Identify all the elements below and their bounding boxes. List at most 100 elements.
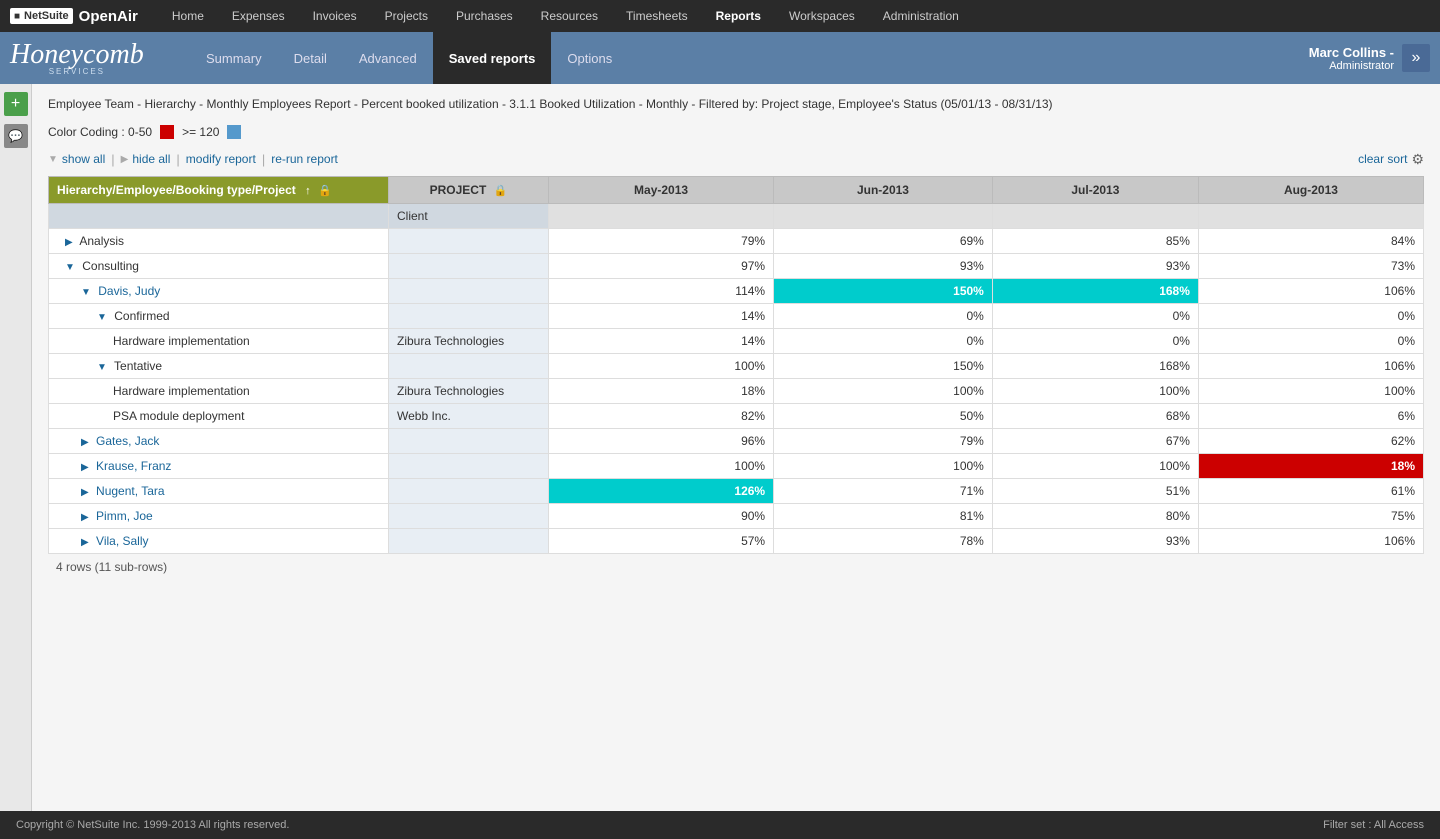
row-gates-may: 96% — [549, 428, 774, 453]
row-nugent-jul: 51% — [992, 478, 1198, 503]
nav-resources[interactable]: Resources — [527, 0, 612, 32]
nav-reports[interactable]: Reports — [702, 0, 775, 32]
nav-expenses[interactable]: Expenses — [218, 0, 299, 32]
row-nugent-may: 126% — [549, 478, 774, 503]
expand-tentative-icon[interactable] — [97, 362, 107, 373]
row-tentative-aug: 106% — [1198, 353, 1423, 378]
subheader-may — [549, 203, 774, 228]
row-analysis-jul: 85% — [992, 228, 1198, 253]
hide-all-link[interactable]: hide all — [132, 152, 170, 166]
add-button[interactable]: + — [4, 92, 28, 116]
expand-nugent-icon[interactable] — [81, 487, 89, 498]
row-pimm-may: 90% — [549, 503, 774, 528]
expand-pimm-icon[interactable] — [81, 512, 89, 523]
tab-options[interactable]: Options — [551, 32, 628, 84]
expand-confirmed-icon[interactable] — [97, 312, 107, 323]
tab-advanced[interactable]: Advanced — [343, 32, 433, 84]
page-footer: Copyright © NetSuite Inc. 1999-2013 All … — [0, 811, 1440, 839]
subheader-jun — [774, 203, 993, 228]
top-nav-items: Home Expenses Invoices Projects Purchase… — [158, 0, 1430, 32]
expand-button[interactable]: » — [1402, 44, 1430, 72]
tab-summary[interactable]: Summary — [190, 32, 278, 84]
nav-purchases[interactable]: Purchases — [442, 0, 527, 32]
expand-analysis-icon[interactable] — [65, 237, 73, 248]
color-high-label: >= 120 — [182, 125, 219, 139]
table-row: Krause, Franz 100% 100% 100% 18% — [49, 453, 1424, 478]
row-tentative-label: Tentative — [49, 353, 389, 378]
row-consulting-label: Consulting — [49, 253, 389, 278]
nav-timesheets[interactable]: Timesheets — [612, 0, 702, 32]
row-nugent-jun: 71% — [774, 478, 993, 503]
col-may: May-2013 — [549, 176, 774, 203]
nav-workspaces[interactable]: Workspaces — [775, 0, 869, 32]
nav-projects[interactable]: Projects — [371, 0, 442, 32]
row-nugent-aug: 61% — [1198, 478, 1423, 503]
expand-gates-icon[interactable] — [81, 437, 89, 448]
krause-link[interactable]: Krause, Franz — [96, 459, 171, 473]
row-hw-confirmed-jun: 0% — [774, 328, 993, 353]
davis-link[interactable]: Davis, Judy — [98, 284, 160, 298]
row-hw-tent-may: 18% — [549, 378, 774, 403]
row-analysis-jun: 69% — [774, 228, 993, 253]
gates-link[interactable]: Gates, Jack — [96, 434, 159, 448]
row-psa-project: Webb Inc. — [389, 403, 549, 428]
row-gates-label: Gates, Jack — [49, 428, 389, 453]
table-row: Vila, Sally 57% 78% 93% 106% — [49, 528, 1424, 553]
clear-sort-link[interactable]: clear sort — [1358, 152, 1407, 166]
settings-icon[interactable]: ⚙ — [1411, 151, 1424, 168]
expand-davis-icon[interactable] — [81, 287, 91, 298]
tab-saved-reports[interactable]: Saved reports — [433, 32, 552, 84]
comment-button[interactable]: 💬 — [4, 124, 28, 148]
nav-invoices[interactable]: Invoices — [299, 0, 371, 32]
show-all-tri: ▼ — [48, 154, 58, 165]
row-krause-may: 100% — [549, 453, 774, 478]
row-davis-may: 114% — [549, 278, 774, 303]
table-row: Tentative 100% 150% 168% 106% — [49, 353, 1424, 378]
lock-hierarchy-icon[interactable]: 🔒 — [318, 185, 332, 197]
row-gates-aug: 62% — [1198, 428, 1423, 453]
row-hw-tent-label: Hardware implementation — [49, 378, 389, 403]
modify-report-link[interactable]: modify report — [186, 152, 256, 166]
row-krause-aug: 18% — [1198, 453, 1423, 478]
sort-hierarchy-icon[interactable]: ↑ — [305, 185, 311, 197]
col-jun: Jun-2013 — [774, 176, 993, 203]
tab-detail[interactable]: Detail — [278, 32, 343, 84]
vila-link[interactable]: Vila, Sally — [96, 534, 148, 548]
row-krause-jul: 100% — [992, 453, 1198, 478]
row-hw-confirmed-jul: 0% — [992, 328, 1198, 353]
rerun-report-link[interactable]: re-run report — [271, 152, 338, 166]
expand-vila-icon[interactable] — [81, 537, 89, 548]
row-confirmed-project — [389, 303, 549, 328]
row-davis-jun: 150% — [774, 278, 993, 303]
user-name: Marc Collins - — [1309, 45, 1394, 60]
row-davis-jul: 168% — [992, 278, 1198, 303]
report-table: Hierarchy/Employee/Booking type/Project … — [48, 176, 1424, 554]
color-coding: Color Coding : 0-50 >= 120 — [48, 125, 1424, 139]
row-pimm-project — [389, 503, 549, 528]
netsuite-label: NetSuite — [24, 10, 69, 22]
ns-logo-icon: ■ — [14, 11, 20, 22]
table-row: Davis, Judy 114% 150% 168% 106% — [49, 278, 1424, 303]
expand-consulting-icon[interactable] — [65, 262, 75, 273]
row-tentative-may: 100% — [549, 353, 774, 378]
user-area: Marc Collins - Administrator » — [1309, 44, 1430, 72]
table-row: Hardware implementation Zibura Technolog… — [49, 328, 1424, 353]
nav-administration[interactable]: Administration — [869, 0, 973, 32]
user-info: Marc Collins - Administrator — [1309, 45, 1394, 72]
row-krause-jun: 100% — [774, 453, 993, 478]
row-psa-jun: 50% — [774, 403, 993, 428]
row-pimm-jul: 80% — [992, 503, 1198, 528]
show-all-link[interactable]: show all — [62, 152, 105, 166]
nav-home[interactable]: Home — [158, 0, 218, 32]
expand-krause-icon[interactable] — [81, 462, 89, 473]
row-gates-jul: 67% — [992, 428, 1198, 453]
color-coding-label: Color Coding : 0-50 — [48, 125, 152, 139]
user-role: Administrator — [1309, 60, 1394, 72]
row-nugent-project — [389, 478, 549, 503]
report-tabs: Summary Detail Advanced Saved reports Op… — [190, 32, 628, 84]
row-vila-jul: 93% — [992, 528, 1198, 553]
table-row: Confirmed 14% 0% 0% 0% — [49, 303, 1424, 328]
pimm-link[interactable]: Pimm, Joe — [96, 509, 153, 523]
nugent-link[interactable]: Nugent, Tara — [96, 484, 165, 498]
row-analysis-project — [389, 228, 549, 253]
